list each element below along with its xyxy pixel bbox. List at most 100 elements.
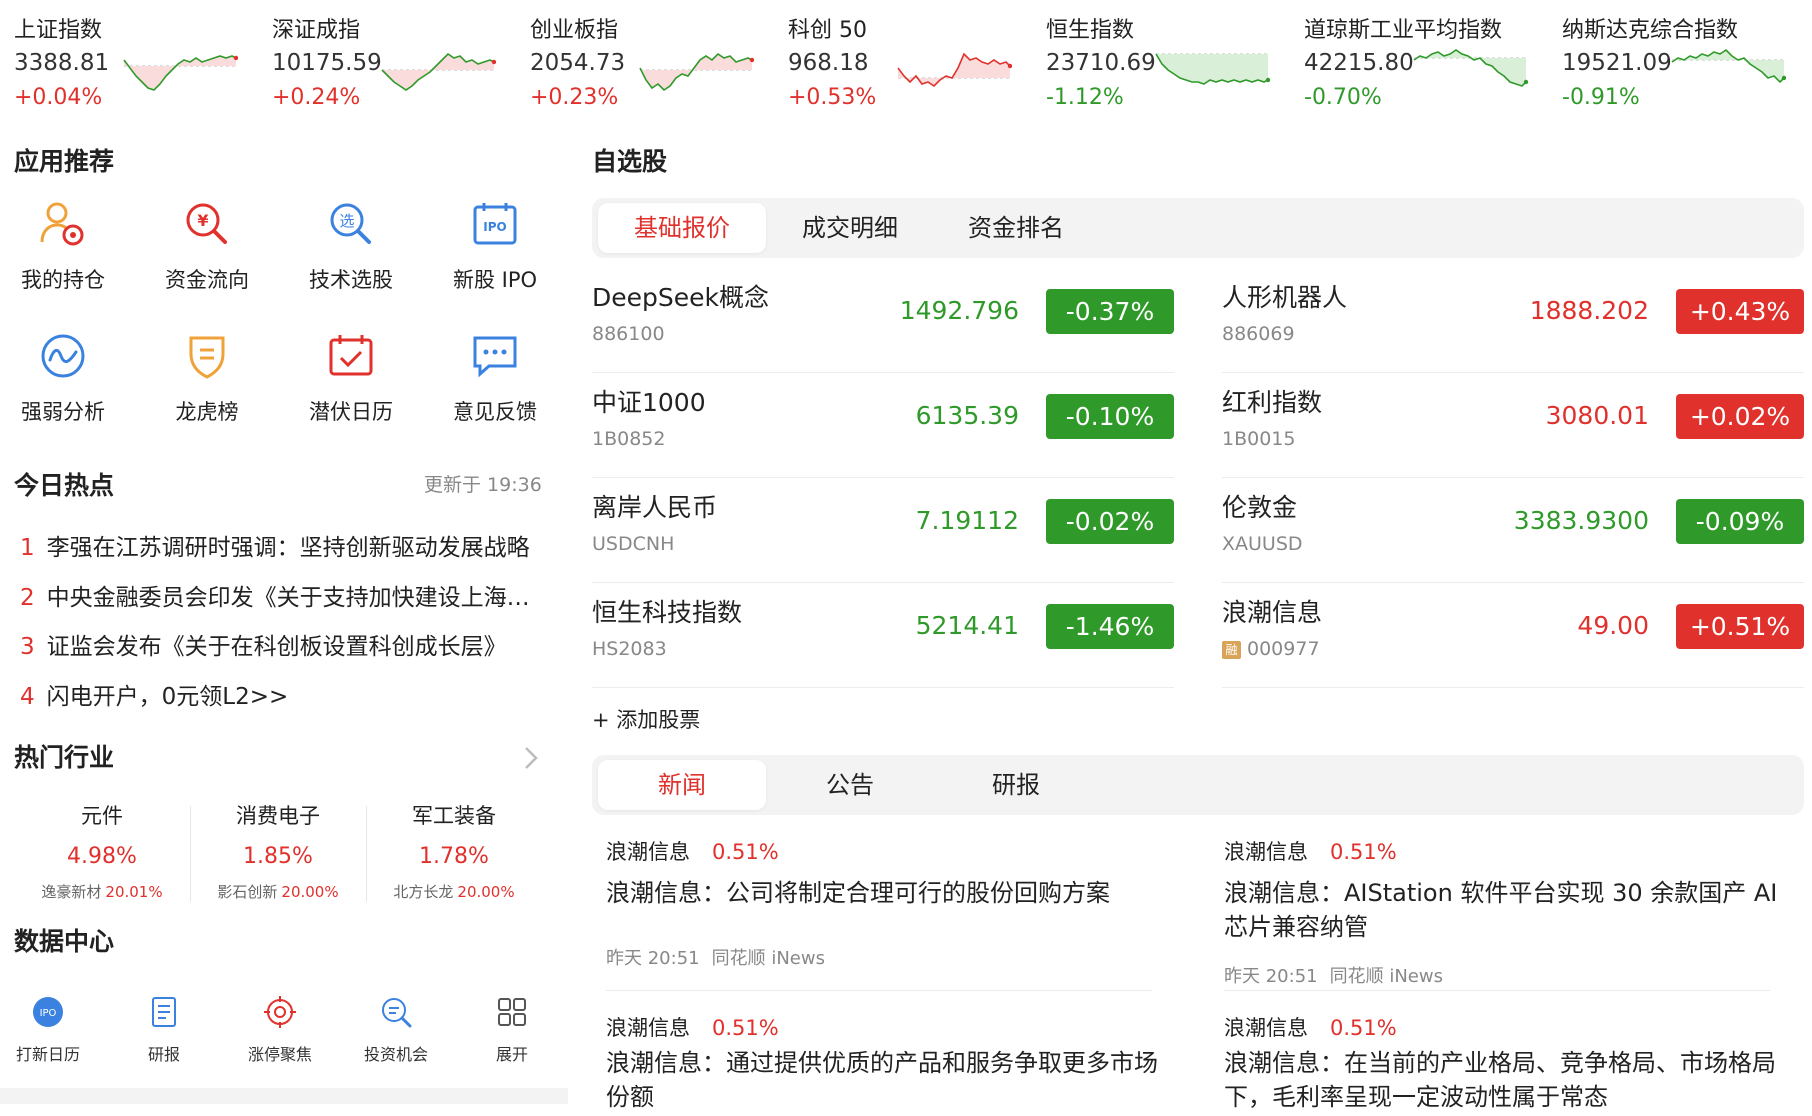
svg-text:IPO: IPO xyxy=(483,220,506,234)
ticker-price: 42215.80 xyxy=(1304,50,1414,76)
tab-news[interactable]: 新闻 xyxy=(598,760,766,810)
app-new-ipo[interactable]: IPO 新股 IPO xyxy=(440,198,550,294)
add-stock-button[interactable]: + 添加股票 xyxy=(592,704,700,734)
industry-change: 1.78% xyxy=(419,844,489,869)
data-center-label: 研报 xyxy=(147,1045,180,1064)
stock-price: 5214.41 xyxy=(915,611,1019,640)
hot-news-item[interactable]: 1 李强在江苏调研时强调：坚持创新驱动发展战略 xyxy=(20,528,540,562)
news-item[interactable]: 浪潮信息 0.51% 浪潮信息：通过提供优质的产品和服务争取更多市场份额 xyxy=(606,1012,1166,1114)
section-separator xyxy=(0,1088,568,1104)
hot-text: 中央金融委员会印发《关于支持加快建设上海国际金融中心》 xyxy=(46,585,540,611)
hot-news-item[interactable]: 2 中央金融委员会印发《关于支持加快建设上海国际金融中心》 xyxy=(20,578,540,612)
news-source: 同花顺 iNews xyxy=(711,948,825,969)
stock-change-badge[interactable]: -0.02% xyxy=(1046,499,1174,544)
stock-price: 3383.9300 xyxy=(1513,506,1649,535)
app-label: 资金流向 xyxy=(165,268,249,292)
sparkline xyxy=(1671,48,1786,84)
data-center-ipo-calendar[interactable]: IPO 打新日历 xyxy=(8,995,88,1065)
news-item[interactable]: 浪潮信息 0.51% 浪潮信息：AIStation 软件平台实现 30 余款国产 … xyxy=(1224,836,1784,988)
watchlist-row[interactable]: 离岸人民币 USDCNH 7.19112 -0.02% xyxy=(592,478,1174,583)
hot-news-item[interactable]: 4 闪电开户，0元领L2>> xyxy=(20,677,540,711)
news-title: 浪潮信息：在当前的产业格局、竞争格局、市场格局下，毛利率呈现一定波动性属于常态 xyxy=(1224,1049,1776,1111)
ticker-sse-composite[interactable]: 上证指数 3388.81 +0.04% xyxy=(0,0,258,115)
app-label: 潜伏日历 xyxy=(309,400,393,424)
hot-news-item[interactable]: 3 证监会发布《关于在科创板设置科创成长层》 xyxy=(20,627,540,661)
ticker-name: 恒生指数 xyxy=(1046,18,1135,43)
ticker-name: 上证指数 xyxy=(14,18,103,43)
hot-rank: 3 xyxy=(20,634,35,660)
data-center-label: 涨停聚焦 xyxy=(247,1045,312,1064)
data-center-opportunity[interactable]: 投资机会 xyxy=(356,995,436,1065)
sparkline xyxy=(1155,53,1270,85)
chevron-right-icon[interactable] xyxy=(522,744,540,772)
stock-price: 1492.796 xyxy=(899,296,1019,325)
industry-card[interactable]: 消费电子 1.85% 影石创新 20.00% xyxy=(190,800,366,902)
stock-price: 49.00 xyxy=(1577,611,1649,640)
data-center-label: 打新日历 xyxy=(15,1045,80,1064)
app-dragon-tiger-list[interactable]: 龙虎榜 xyxy=(152,330,262,426)
data-center-research[interactable]: 研报 xyxy=(124,995,204,1065)
news-item[interactable]: 浪潮信息 0.51% 浪潮信息：在当前的产业格局、竞争格局、市场格局下，毛利率呈现… xyxy=(1224,1012,1784,1114)
app-fund-flow[interactable]: ¥ 资金流向 xyxy=(152,198,262,294)
app-my-holdings[interactable]: 我的持仓 xyxy=(8,198,118,294)
watchlist-row[interactable]: 伦敦金 XAUUSD 3383.9300 -0.09% xyxy=(1222,478,1804,583)
ticker-price: 3388.81 xyxy=(14,50,110,76)
stock-change-badge[interactable]: -0.10% xyxy=(1046,394,1174,439)
stock-price: 7.19112 xyxy=(915,506,1019,535)
data-center-expand[interactable]: 展开 xyxy=(472,995,552,1065)
news-divider xyxy=(606,990,1152,991)
stock-change-badge[interactable]: -0.37% xyxy=(1046,289,1174,334)
watchlist-row[interactable]: 人形机器人 886069 1888.202 +0.43% xyxy=(1222,268,1804,373)
ticker-szse-component[interactable]: 深证成指 10175.59 +0.24% xyxy=(258,0,516,115)
industry-name: 军工装备 xyxy=(412,804,496,828)
watchlist-row[interactable]: DeepSeek概念 886100 1492.796 -0.37% xyxy=(592,268,1174,373)
ticker-dow-jones[interactable]: 道琼斯工业平均指数 42215.80 -0.70% xyxy=(1290,0,1548,115)
ticker-change: +0.24% xyxy=(272,85,361,110)
ticker-nasdaq[interactable]: 纳斯达克综合指数 19521.09 -0.91% xyxy=(1548,0,1812,115)
tab-trade-details[interactable]: 成交明细 xyxy=(766,203,934,253)
ticker-name: 深证成指 xyxy=(272,18,361,43)
ticker-star50[interactable]: 科创 50 968.18 +0.53% xyxy=(774,0,1032,115)
ticker-name: 纳斯达克综合指数 xyxy=(1562,18,1739,43)
apps-section-title: 应用推荐 xyxy=(14,147,115,176)
strength-analysis-icon xyxy=(41,334,85,378)
industry-card[interactable]: 元件 4.98% 逸豪新材 20.01% xyxy=(14,800,190,902)
stock-name: 伦敦金 xyxy=(1222,493,1298,522)
news-time: 昨天 20:51 xyxy=(606,948,700,969)
ticker-change: +0.53% xyxy=(788,85,877,110)
app-strength-analysis[interactable]: 强弱分析 xyxy=(8,330,118,426)
tab-basic-quote[interactable]: 基础报价 xyxy=(598,203,766,253)
ticker-hang-seng[interactable]: 恒生指数 23710.69 -1.12% xyxy=(1032,0,1290,115)
app-tech-stock-picker[interactable]: 选 技术选股 xyxy=(296,198,406,294)
stock-change-badge[interactable]: -1.46% xyxy=(1046,604,1174,649)
industry-card[interactable]: 军工装备 1.78% 北方长龙 20.00% xyxy=(366,800,542,902)
stock-change-badge[interactable]: +0.43% xyxy=(1676,289,1804,334)
news-source: 同花顺 iNews xyxy=(1329,966,1443,987)
stock-change-badge[interactable]: -0.09% xyxy=(1676,499,1804,544)
watchlist-row[interactable]: 红利指数 1B0015 3080.01 +0.02% xyxy=(1222,373,1804,478)
watchlist-row[interactable]: 中证1000 1B0852 6135.39 -0.10% xyxy=(592,373,1174,478)
watchlist-row[interactable]: 浪潮信息 融 000977 49.00 +0.51% xyxy=(1222,583,1804,688)
ticker-change: +0.23% xyxy=(530,85,619,110)
stock-code: XAUUSD xyxy=(1222,533,1303,555)
industry-lead-stock: 北方长龙 xyxy=(393,883,454,901)
sparkline xyxy=(639,52,754,92)
app-latent-calendar[interactable]: 潜伏日历 xyxy=(296,330,406,426)
tab-fund-ranking[interactable]: 资金排名 xyxy=(932,203,1100,253)
ticker-price: 19521.09 xyxy=(1562,50,1672,76)
tab-research[interactable]: 研报 xyxy=(932,760,1100,810)
tab-announcements[interactable]: 公告 xyxy=(766,760,934,810)
news-stock-change: 0.51% xyxy=(1330,840,1397,864)
data-center-limit-up[interactable]: 涨停聚焦 xyxy=(240,995,320,1065)
stock-change-badge[interactable]: +0.51% xyxy=(1676,604,1804,649)
app-label: 意见反馈 xyxy=(453,400,537,424)
hot-text: 李强在江苏调研时强调：坚持创新驱动发展战略 xyxy=(46,535,530,561)
ticker-chinext[interactable]: 创业板指 2054.73 +0.23% xyxy=(516,0,774,115)
app-feedback[interactable]: 意见反馈 xyxy=(440,330,550,426)
app-label: 强弱分析 xyxy=(21,400,105,424)
watchlist-row[interactable]: 恒生科技指数 HS2083 5214.41 -1.46% xyxy=(592,583,1174,688)
stock-price: 3080.01 xyxy=(1545,401,1649,430)
stock-change-badge[interactable]: +0.02% xyxy=(1676,394,1804,439)
news-tab-bar: 新闻 公告 研报 xyxy=(592,755,1804,815)
news-item[interactable]: 浪潮信息 0.51% 浪潮信息：公司将制定合理可行的股份回购方案 昨天 20:51… xyxy=(606,836,1166,970)
